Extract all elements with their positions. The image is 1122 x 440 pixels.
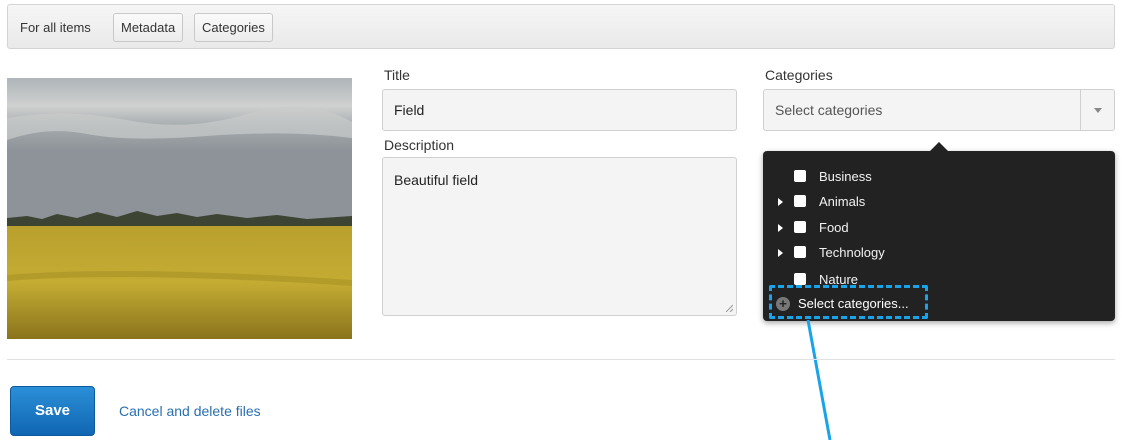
checkbox-icon[interactable] [794,221,806,233]
scope-label: For all items [20,20,91,35]
title-input[interactable]: Field [382,89,737,131]
categories-dropdown: Business Animals Food Technology Nature … [763,142,1115,321]
categories-button[interactable]: Categories [194,13,273,42]
dropdown-pointer [929,142,949,152]
category-label: Business [819,169,872,184]
categories-select[interactable]: Select categories [763,89,1115,131]
checkbox-icon[interactable] [794,195,806,207]
callout-line [806,320,832,440]
category-item-technology[interactable]: Technology [763,242,1063,264]
category-label: Animals [819,194,866,209]
select-divider [1080,90,1081,130]
save-button[interactable]: Save [10,386,95,436]
checkbox-icon[interactable] [794,246,806,258]
category-item-food[interactable]: Food [763,217,1063,239]
expand-arrow-icon[interactable] [778,249,783,257]
category-item-business[interactable]: Business [763,166,1063,188]
plus-icon: + [776,297,790,311]
item-thumbnail [7,78,352,339]
expand-arrow-icon[interactable] [778,198,783,206]
category-label: Technology [819,245,885,260]
checkbox-icon[interactable] [794,273,806,285]
category-label: Nature [819,272,859,287]
divider [7,359,1115,360]
categories-placeholder: Select categories [775,102,883,118]
categories-label: Categories [765,67,833,83]
resize-grip-icon[interactable] [725,304,733,312]
expand-arrow-icon[interactable] [778,224,783,232]
metadata-button[interactable]: Metadata [113,13,184,42]
cancel-delete-link[interactable]: Cancel and delete files [119,403,261,419]
toolbar: For all items Metadata Categories [7,4,1115,49]
add-category-label: Select categories... [798,296,909,311]
checkbox-icon[interactable] [794,170,806,182]
chevron-down-icon[interactable] [1094,108,1102,113]
description-textarea[interactable]: Beautiful field [382,157,737,316]
category-item-animals[interactable]: Animals [763,191,1063,213]
title-label: Title [384,67,410,83]
category-label: Food [819,220,849,235]
category-item-nature[interactable]: Nature [763,269,1063,291]
description-label: Description [384,137,455,153]
description-text: Beautiful field [394,172,479,188]
